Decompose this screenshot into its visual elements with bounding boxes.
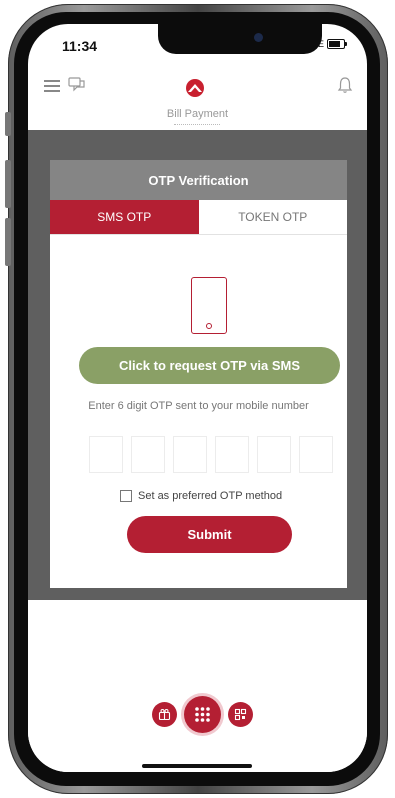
- otp-instruction: Enter 6 digit OTP sent to your mobile nu…: [88, 400, 309, 412]
- preferred-method-label: Set as preferred OTP method: [138, 490, 283, 502]
- modal-title: OTP Verification: [50, 160, 347, 200]
- tab-sms-otp[interactable]: SMS OTP: [50, 200, 199, 234]
- front-camera: [254, 33, 263, 42]
- otp-modal: OTP Verification SMS OTP TOKEN OTP Click…: [50, 160, 347, 588]
- notch: [158, 24, 322, 54]
- app-header: Bill Payment: [28, 66, 367, 130]
- title-underline: [174, 124, 220, 125]
- preferred-method-option[interactable]: Set as preferred OTP method: [120, 490, 282, 502]
- otp-digit-2[interactable]: [131, 436, 165, 473]
- preferred-method-checkbox[interactable]: [120, 490, 132, 502]
- otp-digit-3[interactable]: [173, 436, 207, 473]
- bell-icon[interactable]: [337, 76, 353, 94]
- home-indicator: [142, 764, 252, 768]
- phone-screen: 11:34 LTE Bill Payment OTP Verification …: [28, 24, 367, 772]
- submit-button[interactable]: Submit: [127, 516, 292, 553]
- otp-input-group: [89, 436, 333, 473]
- page-body: [28, 600, 367, 772]
- tab-token-otp[interactable]: TOKEN OTP: [198, 200, 347, 234]
- page-title: Bill Payment: [166, 108, 229, 120]
- mute-switch: [5, 112, 11, 136]
- request-otp-button[interactable]: Click to request OTP via SMS: [79, 347, 340, 384]
- bottom-nav: [152, 696, 253, 733]
- volume-down-button: [5, 218, 11, 266]
- volume-up-button: [5, 160, 11, 208]
- otp-tabs: SMS OTP TOKEN OTP: [50, 200, 347, 235]
- otp-digit-4[interactable]: [215, 436, 249, 473]
- menu-icon[interactable]: [44, 80, 60, 92]
- chat-icon[interactable]: [68, 77, 86, 93]
- otp-digit-6[interactable]: [299, 436, 333, 473]
- battery-icon: [327, 39, 347, 49]
- nav-menu-button[interactable]: [184, 696, 221, 733]
- bank-logo-icon: [186, 79, 204, 97]
- grid-menu-icon: [195, 707, 210, 722]
- otp-digit-1[interactable]: [89, 436, 123, 473]
- gift-icon: [158, 709, 171, 721]
- nav-gift-button[interactable]: [152, 702, 177, 727]
- mobile-phone-icon: [191, 277, 227, 334]
- nav-qr-button[interactable]: [228, 702, 253, 727]
- qr-code-icon: [234, 708, 247, 721]
- status-time: 11:34: [62, 38, 98, 54]
- otp-digit-5[interactable]: [257, 436, 291, 473]
